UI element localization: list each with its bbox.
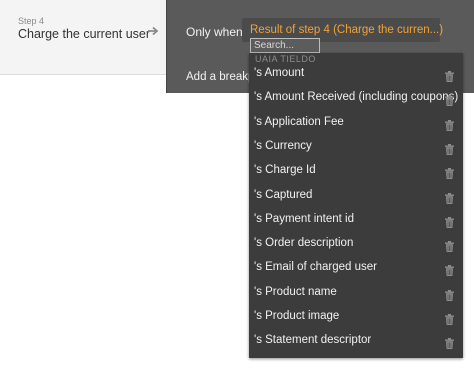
trash-icon[interactable] [445, 191, 454, 204]
trash-icon[interactable] [445, 93, 454, 107]
dropdown-item[interactable]: 's Email of charged user [249, 257, 463, 281]
dropdown-item-label: 's Order description [254, 237, 354, 250]
dropdown-item[interactable]: 's Payment intent id [249, 209, 463, 233]
dropdown-item[interactable]: 's Charge Id [249, 160, 463, 184]
dropdown-item[interactable]: 's Order description [249, 233, 463, 257]
dropdown-item[interactable]: 's Product name [249, 282, 463, 306]
dropdown-item-label: 's Statement descriptor [254, 334, 372, 347]
step-title: Charge the current user [18, 27, 151, 41]
trash-icon[interactable] [445, 142, 454, 155]
dropdown-item[interactable]: 's Currency [249, 136, 463, 160]
only-when-label: Only when [186, 25, 243, 39]
dropdown-item[interactable]: 's Amount Received (including coupons) [249, 87, 463, 111]
dropdown-item-label: 's Currency [254, 139, 312, 152]
dropdown-item-label: 's Captured [254, 188, 313, 201]
dropdown-item-label: 's Amount [254, 67, 305, 79]
step-number: Step 4 [18, 16, 45, 26]
trash-icon[interactable] [445, 166, 454, 180]
trash-icon[interactable] [445, 288, 454, 301]
trash-icon[interactable] [445, 69, 454, 82]
dropdown-item-label: 's Payment intent id [254, 212, 354, 225]
dropdown-item-label: 's Product image [254, 310, 340, 322]
add-breakpoint-button[interactable]: Add a breakp [186, 71, 254, 83]
search-input[interactable] [250, 38, 320, 53]
dropdown-item[interactable]: 's Statement descriptor [249, 330, 463, 354]
dropdown-item-label: 's Product name [254, 285, 337, 298]
dropdown-item[interactable]: 's Captured [249, 185, 463, 209]
dropdown-item[interactable]: 's Amount [249, 63, 463, 87]
dropdown-item-label: 's Application Fee [254, 115, 344, 128]
trash-icon[interactable] [445, 312, 454, 325]
dropdown-item[interactable]: 's Application Fee [249, 112, 463, 136]
trash-icon[interactable] [445, 118, 454, 131]
arrow-right-icon [147, 24, 159, 41]
trash-icon[interactable] [445, 215, 454, 228]
dropdown-item-label: 's Amount Received (including coupons) [254, 91, 459, 104]
step-card[interactable]: Step 4 Charge the current user [0, 0, 166, 75]
expression-text: Result of step 4 (Charge the curren...) [250, 24, 444, 36]
trash-icon[interactable] [445, 263, 454, 277]
trash-icon[interactable] [445, 239, 454, 253]
trash-icon[interactable] [445, 336, 454, 350]
field-dropdown: UAIA TIELDO 's Amount's Amount Received … [249, 53, 463, 358]
dropdown-item-label: 's Email of charged user [254, 261, 378, 274]
dropdown-item-label: 's Charge Id [254, 164, 316, 177]
dropdown-item[interactable]: 's Product image [249, 306, 463, 330]
